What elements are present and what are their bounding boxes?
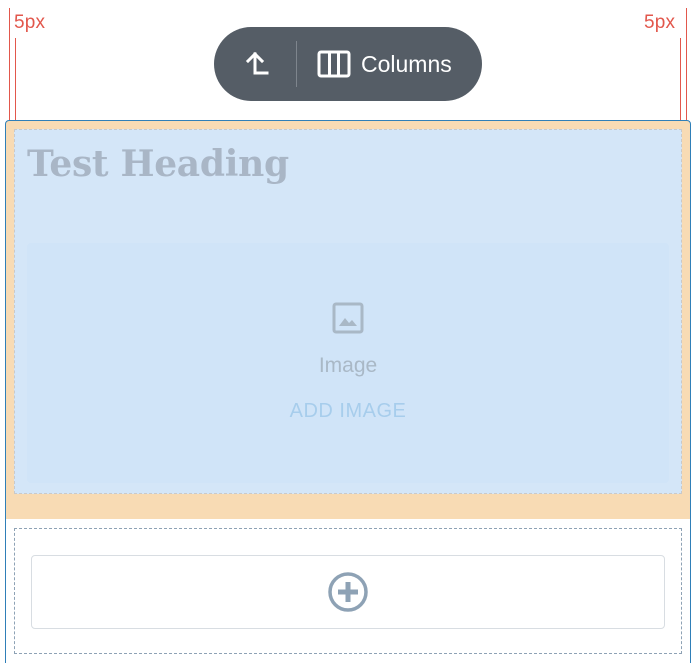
image-icon <box>332 302 364 334</box>
block-switcher-label: Columns <box>361 50 452 77</box>
block-switcher-button[interactable]: Columns <box>297 27 482 101</box>
select-parent-button[interactable] <box>214 27 296 101</box>
editor-canvas: 5px 5px Test Heading Image ADD IMAGE Col… <box>0 0 696 663</box>
arrow-up-left-icon <box>245 51 269 75</box>
image-block-label: Image <box>318 354 378 377</box>
heading-block[interactable]: Test Heading <box>27 143 289 185</box>
block-toolbar: Columns <box>214 27 482 101</box>
margin-right-label: 5px <box>644 12 676 33</box>
plus-circle-icon <box>328 572 368 612</box>
add-block-button[interactable] <box>31 555 665 629</box>
columns-icon <box>317 50 351 78</box>
margin-left-label: 5px <box>14 12 46 33</box>
add-image-button[interactable]: ADD IMAGE <box>0 400 696 423</box>
